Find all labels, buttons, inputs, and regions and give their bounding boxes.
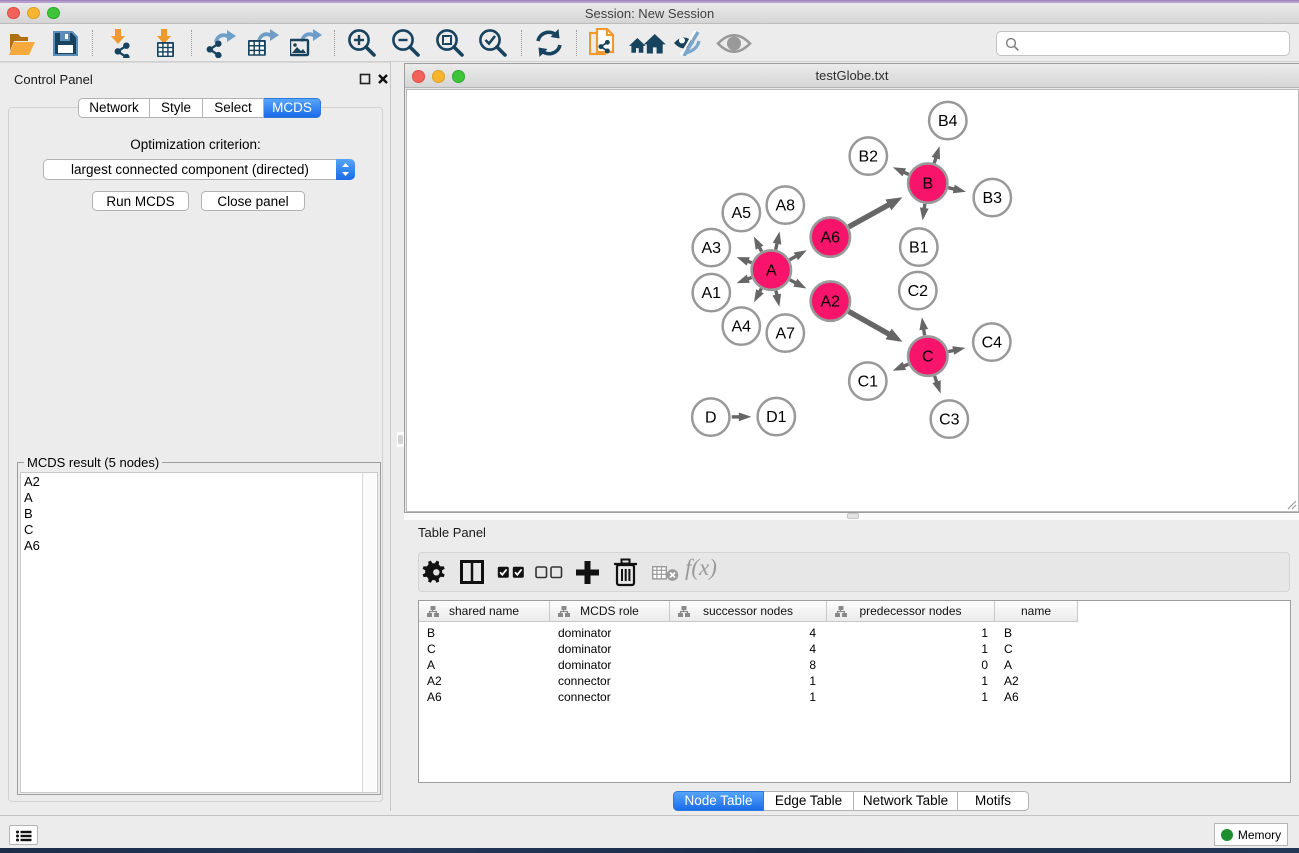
svg-text:A3: A3 xyxy=(702,240,722,257)
svg-text:A6: A6 xyxy=(821,229,841,246)
svg-text:C2: C2 xyxy=(908,283,929,300)
svg-text:A1: A1 xyxy=(702,285,722,302)
svg-text:C1: C1 xyxy=(858,373,879,390)
svg-text:A8: A8 xyxy=(776,197,796,214)
svg-text:D1: D1 xyxy=(766,409,787,426)
svg-text:A5: A5 xyxy=(732,205,752,222)
svg-text:B1: B1 xyxy=(909,239,929,256)
svg-text:C4: C4 xyxy=(982,334,1003,351)
svg-text:B2: B2 xyxy=(859,148,879,165)
svg-text:D: D xyxy=(705,409,717,426)
svg-text:B4: B4 xyxy=(938,113,958,130)
svg-text:A: A xyxy=(766,262,777,279)
svg-text:B: B xyxy=(922,175,933,192)
svg-text:C: C xyxy=(922,348,934,365)
svg-text:B3: B3 xyxy=(983,190,1003,207)
svg-text:A7: A7 xyxy=(776,325,796,342)
svg-text:A4: A4 xyxy=(732,318,752,335)
svg-text:A2: A2 xyxy=(821,293,841,310)
svg-text:C3: C3 xyxy=(939,411,960,428)
